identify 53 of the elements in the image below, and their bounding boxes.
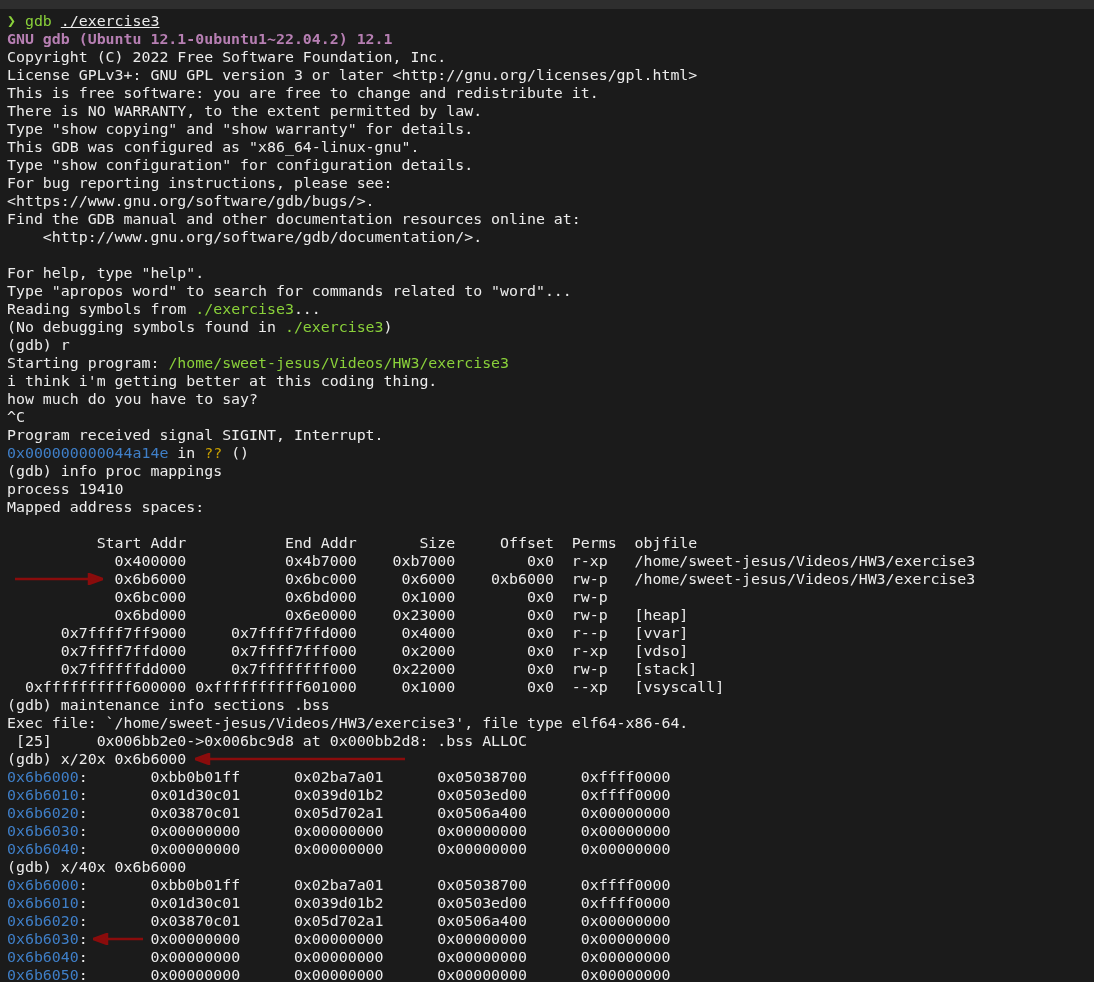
terminal-line: Type "show configuration" for configuration details. — [7, 156, 475, 174]
terminal-line: 0x6b6040: 0x00000000 0x00000000 0x00000000 0x00000000 — [7, 948, 672, 966]
terminal-line: 0x7ffff7ffd000 0x7ffff7fff000 0x2000 0x0 r-xp [vdso] — [59, 642, 690, 660]
terminal-line: 0xffffffffff600000 0xffffffffff601000 0x1000 0x0 --xp [vsyscall] — [23, 678, 726, 696]
terminal-line: This is free software: you are free to change and redistribute it. — [7, 84, 600, 102]
terminal-line: Start Addr End Addr Size Offset Perms objfile — [95, 534, 699, 552]
terminal-line: 0x000000000044a14e in ?? () — [7, 444, 251, 462]
terminal-line: (gdb) info proc mappings — [7, 462, 224, 480]
terminal-line: [25] 0x006bb2e0->0x006bc9d8 at 0x000bb2d8: .bss ALLOC — [14, 732, 528, 750]
terminal-line: (gdb) maintenance info sections .bss — [7, 696, 331, 714]
terminal-line: 0x6bc000 0x6bd000 0x1000 0x0 rw-p — [113, 588, 609, 606]
terminal-line: Find the GDB manual and other documentation resources online at: — [7, 210, 582, 228]
terminal-line: 0x6b6020: 0x03870c01 0x05d702a1 0x0506a400 0x00000000 — [7, 912, 672, 930]
terminal-line: Exec file: `/home/sweet-jesus/Videos/HW3/exercise3', file type elf64-x86-64. — [7, 714, 690, 732]
terminal-line: This GDB was configured as "x86_64-linux-gnu". — [7, 138, 421, 156]
terminal-line: 0x6b6020: 0x03870c01 0x05d702a1 0x0506a400 0x00000000 — [7, 804, 672, 822]
terminal-line: (gdb) r — [7, 336, 71, 354]
terminal-line: 0x6b6010: 0x01d30c01 0x039d01b2 0x0503ed00 0xffff0000 — [7, 786, 672, 804]
terminal-line: how much do you have to say? — [7, 390, 260, 408]
terminal-line: <https://www.gnu.org/software/gdb/bugs/>. — [7, 192, 376, 210]
terminal-line: <http://www.gnu.org/software/gdb/documentation/>. — [41, 228, 484, 246]
terminal-line: There is NO WARRANTY, to the extent permitted by law. — [7, 102, 484, 120]
terminal-line: Type "apropos word" to search for commands related to "word"... — [7, 282, 573, 300]
terminal-line: Reading symbols from ./exercise3... — [7, 300, 322, 318]
terminal-line: 0x6b6000 0x6bc000 0x6000 0xb6000 rw-p /home/sweet-jesus/Videos/HW3/exercise3 — [7, 570, 1094, 588]
annotation-arrow — [93, 933, 143, 945]
terminal-line: Starting program: /home/sweet-jesus/Videos/HW3/exercise3 — [7, 354, 511, 372]
terminal-line: 0x7ffffffdd000 0x7ffffffff000 0x22000 0x0 rw-p [stack] — [59, 660, 699, 678]
terminal-line: i think i'm getting better at this coding thing. — [7, 372, 439, 390]
terminal-line: 0x6b6030: 0x00000000 0x00000000 0x00000000 0x00000000 — [7, 822, 672, 840]
terminal-line: 0x400000 0x4b7000 0xb7000 0x0 r-xp /home/sweet-jesus/Videos/HW3/exercise3 — [113, 552, 977, 570]
terminal-line: 0x7ffff7ff9000 0x7ffff7ffd000 0x4000 0x0 r--p [vvar] — [59, 624, 690, 642]
terminal-line: 0x6b6000: 0xbb0b01ff 0x02ba7a01 0x05038700 0xffff0000 — [7, 876, 672, 894]
terminal-line: Copyright (C) 2022 Free Software Foundation, Inc. — [7, 48, 448, 66]
terminal-line: process 19410 — [7, 480, 125, 498]
terminal-line: For help, type "help". — [7, 264, 206, 282]
terminal-line: Program received signal SIGINT, Interrupt. — [7, 426, 385, 444]
terminal-line: (gdb) x/20x 0x6b6000 — [7, 750, 1094, 768]
terminal-line: 0x6bd000 0x6e0000 0x23000 0x0 rw-p [heap] — [113, 606, 690, 624]
terminal-line: 0x6b6000: 0xbb0b01ff 0x02ba7a01 0x05038700 0xffff0000 — [7, 768, 672, 786]
terminal-line: License GPLv3+: GNU GPL version 3 or later <http://gnu.org/licenses/gpl.html> — [7, 66, 699, 84]
terminal-line: Mapped address spaces: — [7, 498, 206, 516]
terminal-line: 0x6b6010: 0x01d30c01 0x039d01b2 0x0503ed00 0xffff0000 — [7, 894, 672, 912]
terminal-line: For bug reporting instructions, please see: — [7, 174, 394, 192]
terminal-line: 0x6b6050: 0x00000000 0x00000000 0x00000000 0x00000000 — [7, 966, 672, 982]
terminal-line: 0x6b6030: 0x00000000 0x00000000 0x00000000 0x00000000 — [7, 930, 672, 948]
terminal-line: (gdb) x/40x 0x6b6000 — [7, 858, 188, 876]
terminal-line: Type "show copying" and "show warranty" for details. — [7, 120, 475, 138]
terminal-line: (No debugging symbols found in ./exercise3) — [7, 318, 394, 336]
terminal-line: ^C — [7, 408, 26, 426]
terminal-line: ❯ gdb ./exercise3 — [7, 12, 161, 30]
terminal-line: 0x6b6040: 0x00000000 0x00000000 0x00000000 0x00000000 — [7, 840, 672, 858]
terminal-line: GNU gdb (Ubuntu 12.1-0ubuntu1~22.04.2) 12.1 — [7, 30, 394, 48]
